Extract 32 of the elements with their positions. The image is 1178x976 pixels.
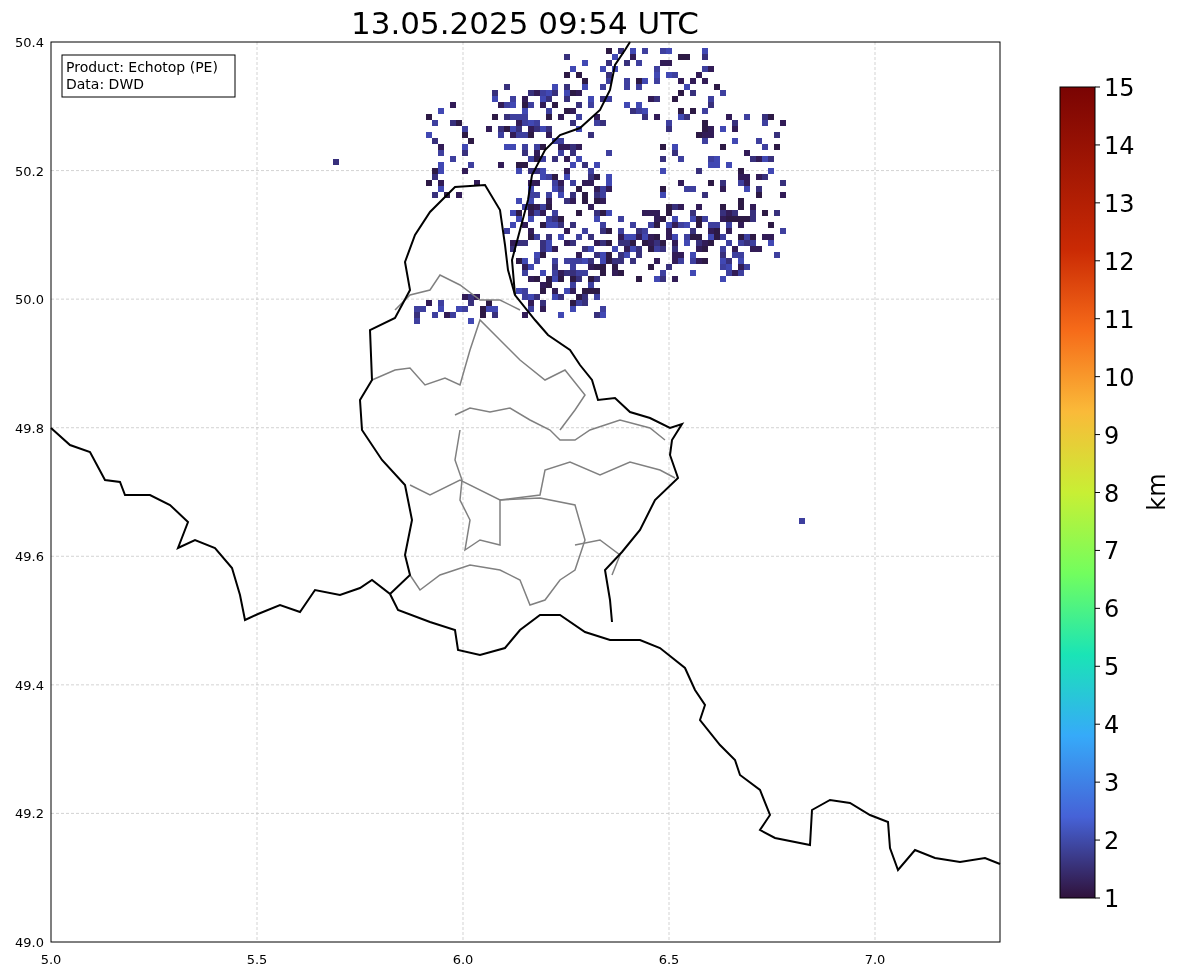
colorbar-tick-label: 10: [1104, 363, 1135, 392]
colorbar-tick-label: 11: [1104, 305, 1135, 334]
colorbar-tick-label: 13: [1104, 189, 1135, 218]
y-tick-label: 50.0: [15, 292, 44, 308]
x-tick-label: 5.5: [246, 952, 268, 967]
y-tick-label: 49.4: [15, 677, 44, 693]
y-tick-label: 50.2: [15, 163, 44, 179]
x-tick-label: 6.5: [658, 952, 680, 967]
colorbar-tick-label: 14: [1104, 131, 1135, 160]
colorbar-tick-label: 6: [1104, 595, 1120, 624]
y-tick-label: 50.4: [15, 35, 44, 50]
x-tick-label: 5.0: [40, 952, 62, 967]
y-tick-label: 49.8: [15, 420, 44, 436]
colorbar-tick-label: 15: [1104, 74, 1135, 102]
colorbar-tick-label: 12: [1104, 247, 1135, 276]
colorbar-tick-label: 3: [1104, 769, 1120, 798]
colorbar-tick-label: 7: [1104, 537, 1120, 566]
colorbar-tick-label: 4: [1104, 711, 1120, 740]
y-tick-label: 49.0: [15, 935, 44, 950]
legend-text: Data: DWD: [66, 76, 144, 92]
x-tick-label: 6.0: [452, 952, 474, 967]
colorbar-tick-label: 1: [1104, 885, 1120, 913]
y-tick-label: 49.2: [15, 806, 44, 822]
colorbar-label: km: [1143, 473, 1171, 511]
legend-text: Product: Echotop (PE): [66, 59, 218, 75]
colorbar-tick-label: 5: [1104, 653, 1120, 682]
x-tick-label: 7.0: [864, 952, 886, 967]
colorbar-tick-label: 2: [1104, 827, 1120, 856]
colorbar-tick-label: 9: [1104, 421, 1120, 450]
plot-title: 13.05.2025 09:54 UTC: [351, 5, 699, 41]
y-tick-label: 49.6: [15, 549, 44, 565]
colorbar-tick-label: 8: [1104, 479, 1120, 508]
